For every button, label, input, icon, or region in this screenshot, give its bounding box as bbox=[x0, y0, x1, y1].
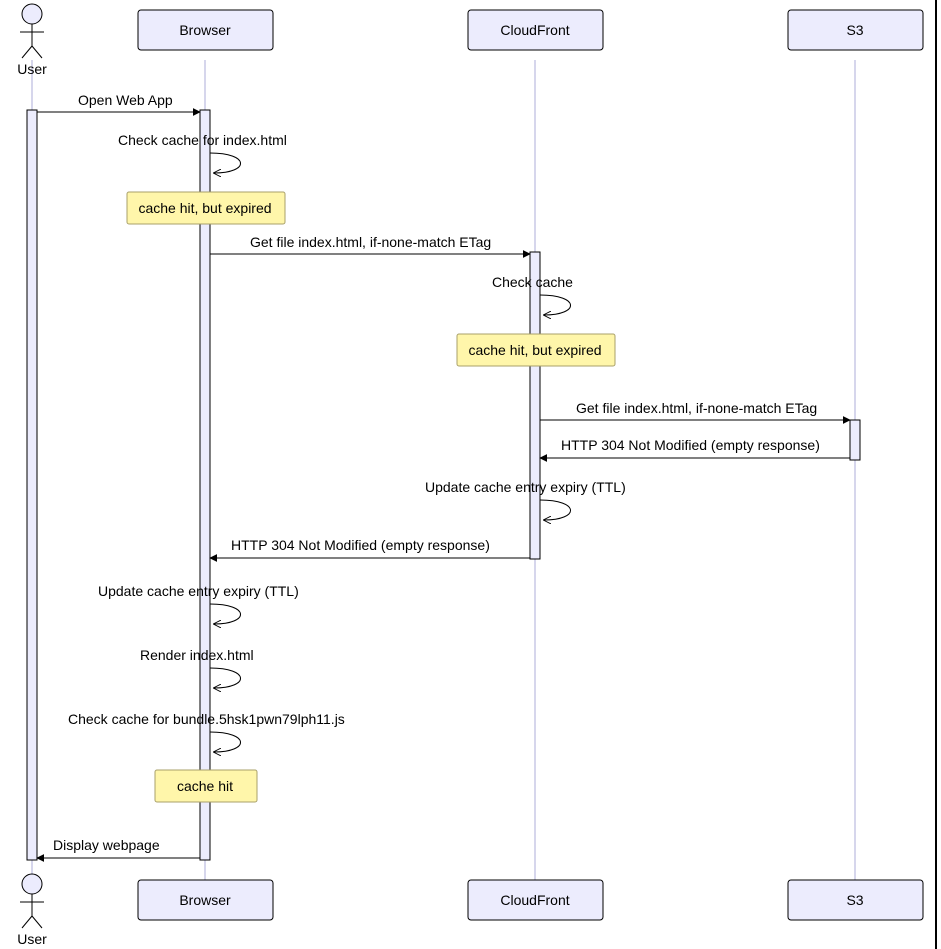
actor-cloudfront-bottom: CloudFront bbox=[468, 880, 603, 920]
actor-user-label-bottom: User bbox=[17, 931, 47, 947]
msg-update-ttl-cf: Update cache entry expiry (TTL) bbox=[425, 479, 626, 495]
msg-304-1: HTTP 304 Not Modified (empty response) bbox=[561, 437, 820, 453]
actor-cloudfront-label-bottom: CloudFront bbox=[500, 892, 569, 908]
actor-s3-bottom: S3 bbox=[788, 880, 923, 920]
actor-user-bottom: User bbox=[17, 874, 47, 947]
svg-text:cache hit, but expired: cache hit, but expired bbox=[138, 200, 271, 216]
msg-display-webpage: Display webpage bbox=[53, 837, 160, 853]
msg-update-ttl-browser: Update cache entry expiry (TTL) bbox=[98, 583, 299, 599]
msg-get-index-1: Get file index.html, if-none-match ETag bbox=[250, 234, 491, 250]
activation-user bbox=[27, 110, 37, 860]
actor-cloudfront-label-top: CloudFront bbox=[500, 22, 569, 38]
actor-s3-top: S3 bbox=[788, 10, 923, 50]
activation-s3 bbox=[850, 420, 860, 460]
actor-user-top: User bbox=[17, 4, 47, 77]
sequence-diagram: User Browser CloudFront S3 Open Web App … bbox=[0, 0, 941, 949]
actor-s3-label-top: S3 bbox=[846, 22, 863, 38]
msg-check-cache-bundle: Check cache for bundle.5hsk1pwn79lph11.j… bbox=[68, 711, 345, 727]
msg-check-cache-cf: Check cache bbox=[492, 274, 573, 290]
actor-cloudfront-top: CloudFront bbox=[468, 10, 603, 50]
msg-render-index: Render index.html bbox=[140, 647, 254, 663]
svg-text:cache hit: cache hit bbox=[177, 778, 233, 794]
msg-open-web-app: Open Web App bbox=[78, 92, 173, 108]
actor-browser-bottom: Browser bbox=[138, 880, 273, 920]
actor-browser-label-top: Browser bbox=[179, 22, 231, 38]
actor-browser-top: Browser bbox=[138, 10, 273, 50]
actor-user-label-top: User bbox=[17, 61, 47, 77]
msg-get-index-2: Get file index.html, if-none-match ETag bbox=[576, 400, 817, 416]
note-cache-hit-expired-2: cache hit, but expired bbox=[457, 334, 615, 366]
msg-304-2: HTTP 304 Not Modified (empty response) bbox=[231, 537, 490, 553]
actor-s3-label-bottom: S3 bbox=[846, 892, 863, 908]
msg-check-cache-index: Check cache for index.html bbox=[118, 132, 287, 148]
activation-cloudfront bbox=[530, 252, 540, 559]
note-cache-hit: cache hit bbox=[155, 770, 257, 802]
svg-text:cache hit, but expired: cache hit, but expired bbox=[468, 342, 601, 358]
actor-browser-label-bottom: Browser bbox=[179, 892, 231, 908]
note-cache-hit-expired-1: cache hit, but expired bbox=[127, 192, 285, 224]
